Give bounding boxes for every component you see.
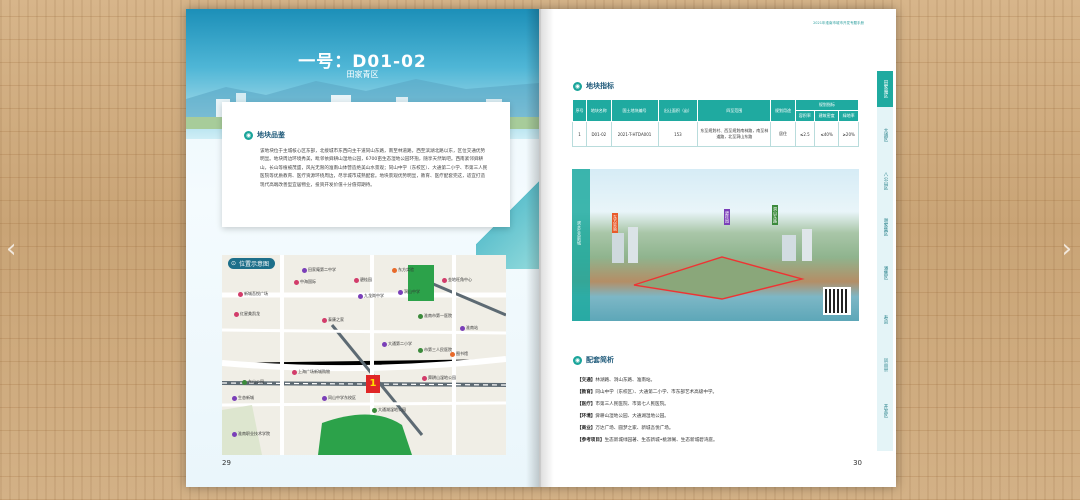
tab-district[interactable]: 潘集区 [877,255,893,291]
col-header: 规划用途 [770,99,796,122]
tab-district[interactable]: 大通区 [877,117,893,153]
chart-icon: ◉ [573,81,582,91]
map-poi: 洞山中学 [398,289,420,295]
indicators-heading-text: 地块指标 [586,82,614,90]
map-poi: 大通湖湿地公园 [372,407,406,413]
tab-district[interactable]: 开发区 [877,393,893,429]
cell: ≤2.5 [794,121,815,147]
map-poi: 市第三人民医院 [418,347,452,353]
col-header: 四至范围 [697,99,772,122]
col-header: 国土地块编号 [610,99,659,122]
photo-side-label: 滨水生态新城 [577,221,582,245]
map-poi: 淮南市第一医院 [418,313,452,319]
photo-poi-label: 碧桂园 [724,209,730,225]
tab-district[interactable]: 谢家集区 [877,209,893,245]
prev-page-icon[interactable]: ‹ [6,236,16,262]
map-poi: 中海国际 [294,279,316,285]
map-poi: 生态新城 [232,395,254,401]
left-page: 一号：D01-02 田家青区 ◉ 地块品鉴 该地块位于主城核心区东部，北接城市东… [186,9,539,487]
tab-district[interactable]: 田家庵区 [877,71,893,107]
district-subtitle: 田家青区 [346,70,379,79]
tab-district[interactable]: 八公山区 [877,163,893,199]
cell: D01-02 [586,121,612,147]
map-poi: 大通第二小学 [382,341,412,347]
indicators-heading: ◉ 地块指标 [573,81,614,91]
cell: 2021-T-HTDA001 [610,121,659,147]
aerial-photo: 滨水生态新城 东方实验 碧桂园 洞山东路 [572,169,859,321]
map-poi: 金地旺角中心 [442,277,472,283]
tab-district[interactable]: 凤台县 [877,347,893,383]
tab-district[interactable]: 寿县 [877,301,893,337]
map-heading: ⊙ 位置示意图 [228,258,276,269]
cell: ≤40% [813,121,840,147]
col-header: 容积率 [794,110,815,122]
map-poi: 东方实验 [392,267,414,273]
table-row: 1 D01-02 2021-T-HTDA001 153 东至规划村、西至规划南林… [571,121,859,147]
map-poi: 舜耕山湿地公园 [422,375,456,381]
plot-location-marker: 1 [366,375,380,393]
map-poi: 新城吾悦广场 [238,291,268,297]
running-header: 2021年淮南市城市开发专题手册 [813,21,864,25]
map-poi: 九龙岗中学 [358,293,384,299]
overview-text: 该地块位于主城核心区东部，北接城市东西向主干道同山东路，南至林道路，西至滨湖北路… [260,149,488,188]
pin-icon: ⊙ [231,260,237,267]
map-poi: 同山中学东校区 [322,395,356,401]
list-item: 【环境】舜耕山湿地公园、大通湖湿地公园。 [577,414,669,419]
next-page-icon[interactable]: › [1062,236,1072,262]
cell: ≥20% [838,121,859,147]
photo-poi-label: 洞山东路 [772,205,778,225]
aerial-photo-illustration [572,169,812,321]
district-tabs: 田家庵区 大通区 八公山区 谢家集区 潘集区 寿县 凤台县 开发区 [877,71,893,451]
col-header: 地块名称 [586,99,612,122]
cell: 东至规划村、西至规划南林路，南至林道路，北至洞山东路 [697,121,772,147]
photo-poi-label: 东方实验 [612,213,618,233]
map-poi: 泰康之家 [322,317,344,323]
map-poi: 淮南站 [460,325,478,331]
col-header: 建筑密度 [813,110,840,122]
book-spread: 一号：D01-02 田家青区 ◉ 地块品鉴 该地块位于主城核心区东部，北接城市东… [186,9,896,487]
right-page: 2021年淮南市城市开发专题手册 ◉ 地块指标 序号 地块名称 国土地块编号 出… [539,9,896,487]
list-item: 【医疗】市第三人民医院、市第七人民医院。 [577,402,669,407]
col-header: 绿地率 [838,110,859,122]
map-poi: 淮南职业技术学院 [232,431,270,437]
supporting-heading-text: 配套简析 [586,356,614,364]
map-heading-text: 位置示意图 [239,261,270,268]
supporting-list: 【交通】林湖路、洞山东路、淮南站。 【教育】同山中学（东校区）、大通第二小学、市… [577,375,718,447]
cell: 居住 [770,121,796,147]
cell: 153 [657,121,699,147]
map-poi: 田家庵第二中学 [302,267,336,273]
page-number-right: 30 [853,459,862,467]
info-icon: ◉ [244,130,253,140]
col-header: 出让面积（亩） [657,99,699,122]
overview-heading-text: 地块品鉴 [257,131,285,139]
map-poi: 碧桂园 [354,277,372,283]
list-item: 【参考项目】生态新城绿园著、生态新城•桃源阁、生态新城碧湾庭。 [577,438,718,443]
map-poi: 上海广场新城购物 [292,369,330,375]
overview-card: ◉ 地块品鉴 该地块位于主城核心区东部，北接城市东西向主干道同山东路，南至林道路… [222,102,510,227]
location-map: ⊙ 位置示意图 田家庵第二中学 东方实验 金地旺角中心 中海国际 碧桂园 新城吾… [222,255,506,455]
col-header: 序号 [571,99,588,122]
list-item: 【商业】万达广场、圆梦之家、新城吾悦广场。 [577,426,674,431]
supporting-heading: ◉ 配套简析 [573,355,614,365]
map-poi: 图书馆 [450,351,468,357]
list-item: 【交通】林湖路、洞山东路、淮南站。 [577,378,656,383]
cell: 1 [571,121,588,147]
map-poi: 东山公园 [242,379,264,385]
col-group-header: 规划指标 [794,99,860,111]
overview-heading: ◉ 地块品鉴 [244,130,285,140]
page-number-left: 29 [222,459,231,467]
map-poi: 红星美凯龙 [234,311,260,317]
list-item: 【教育】同山中学（东校区）、大通第二小学、市东部艺术高级中学。 [577,390,718,395]
qr-code [823,287,851,315]
indicators-table: 序号 地块名称 国土地块编号 出让面积（亩） 四至范围 规划用途 规划指标 容积… [571,99,860,147]
building-icon: ◉ [573,355,582,365]
